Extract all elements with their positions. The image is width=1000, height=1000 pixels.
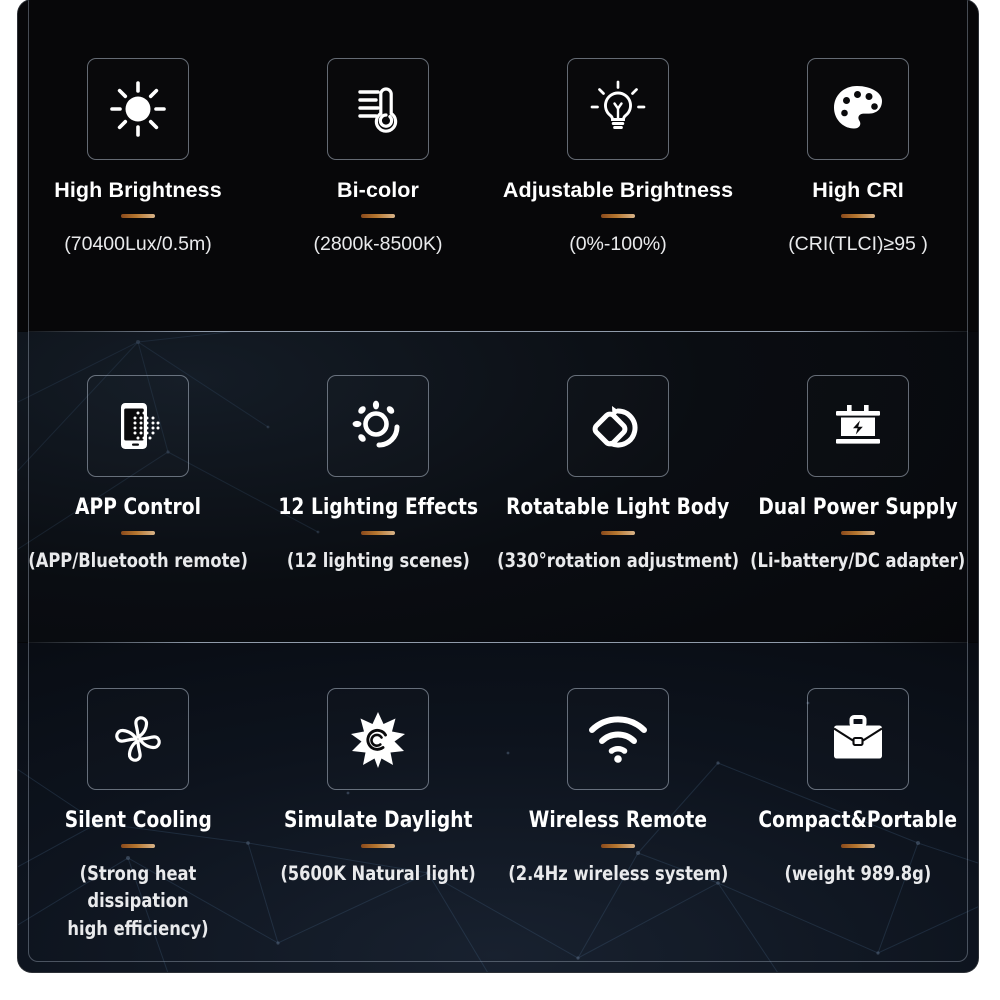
feature-subtitle: (5600K Natural light): [280, 862, 476, 885]
feature-title: APP Control: [74, 495, 202, 520]
thermometer-bicolor-icon: [327, 58, 429, 160]
feature-cell-dual-power-supply[interactable]: Dual Power Supply (Li-battery/DC adapter…: [738, 375, 978, 575]
feature-subtitle: (2.4Hz wireless system): [507, 862, 729, 885]
feature-title: Silent Cooling: [64, 808, 212, 833]
feature-title: High Brightness: [54, 178, 222, 202]
feature-cell-high-brightness[interactable]: High Brightness (70400Lux/0.5m): [18, 58, 258, 258]
feature-cell-app-control[interactable]: APP Control (APP/Bluetooth remote): [18, 375, 258, 575]
accent-divider: [361, 214, 395, 218]
feature-title: High CRI: [812, 178, 904, 202]
accent-divider: [121, 531, 155, 535]
section-divider-2: [28, 642, 968, 643]
feature-subtitle: (Strong heat dissipation high efficiency…: [67, 862, 209, 940]
feature-row-3: Silent Cooling (Strong heat dissipation …: [18, 688, 978, 942]
feature-cell-lighting-effects[interactable]: 12 Lighting Effects (12 lighting scenes): [258, 375, 498, 575]
feature-subtitle: (APP/Bluetooth remote): [28, 549, 248, 572]
feature-grid-page: High Brightness (70400Lux/0.5m) Bi-color…: [0, 0, 1000, 1000]
feature-cell-wireless-remote[interactable]: Wireless Remote (2.4Hz wireless system): [498, 688, 738, 888]
feature-title: Dual Power Supply: [758, 495, 958, 520]
feature-subtitle: (2800k-8500K): [313, 233, 443, 255]
feature-cell-simulate-daylight[interactable]: Simulate Daylight (5600K Natural light): [258, 688, 498, 888]
color-palette-icon: [807, 58, 909, 160]
feature-row-2: APP Control (APP/Bluetooth remote) 12 Li…: [18, 375, 978, 575]
lightbulb-dimmer-icon: [567, 58, 669, 160]
daylight-sun-icon: [327, 688, 429, 790]
accent-divider: [841, 844, 875, 848]
feature-subtitle: (70400Lux/0.5m): [64, 233, 212, 255]
feature-cell-compact-portable[interactable]: Compact&Portable (weight 989.8g): [738, 688, 978, 888]
accent-divider: [361, 531, 395, 535]
accent-divider: [601, 214, 635, 218]
accent-divider: [121, 214, 155, 218]
feature-title: Rotatable Light Body: [506, 495, 730, 520]
briefcase-portable-icon: [807, 688, 909, 790]
feature-cell-silent-cooling[interactable]: Silent Cooling (Strong heat dissipation …: [18, 688, 258, 942]
accent-divider: [601, 844, 635, 848]
accent-divider: [361, 844, 395, 848]
feature-subtitle: (Li-battery/DC adapter): [750, 549, 966, 572]
accent-divider: [841, 531, 875, 535]
accent-divider: [121, 844, 155, 848]
feature-cell-high-cri[interactable]: High CRI (CRI(TLCI)≥95 ): [738, 58, 978, 258]
feature-cell-adjustable-brightness[interactable]: Adjustable Brightness (0%-100%): [498, 58, 738, 258]
smartphone-app-icon: [87, 375, 189, 477]
feature-cell-rotatable-light-body[interactable]: Rotatable Light Body (330°rotation adjus…: [497, 375, 740, 575]
wifi-wireless-icon: [567, 688, 669, 790]
fan-cooling-icon: [87, 688, 189, 790]
feature-row-1: High Brightness (70400Lux/0.5m) Bi-color…: [18, 58, 978, 258]
feature-subtitle: (weight 989.8g): [784, 862, 932, 885]
feature-title: Adjustable Brightness: [502, 178, 734, 202]
rotate-light-body-icon: [567, 375, 669, 477]
accent-divider: [601, 531, 635, 535]
feature-subtitle: (330°rotation adjustment): [497, 549, 740, 572]
sun-brightness-icon: [87, 58, 189, 160]
feature-cell-bi-color[interactable]: Bi-color (2800k-8500K): [258, 58, 498, 258]
feature-title: 12 Lighting Effects: [278, 495, 478, 520]
section-divider-1: [28, 331, 968, 332]
feature-title: Simulate Daylight: [283, 808, 473, 833]
accent-divider: [841, 214, 875, 218]
lighting-effects-icon: [327, 375, 429, 477]
feature-title: Wireless Remote: [528, 808, 708, 833]
battery-power-icon: [807, 375, 909, 477]
feature-panel: High Brightness (70400Lux/0.5m) Bi-color…: [18, 0, 978, 972]
feature-title: Bi-color: [336, 178, 420, 202]
feature-title: Compact&Portable: [758, 808, 958, 833]
feature-subtitle: (CRI(TLCI)≥95 ): [788, 233, 928, 255]
feature-subtitle: (12 lighting scenes): [286, 549, 470, 572]
feature-subtitle: (0%-100%): [569, 233, 667, 255]
